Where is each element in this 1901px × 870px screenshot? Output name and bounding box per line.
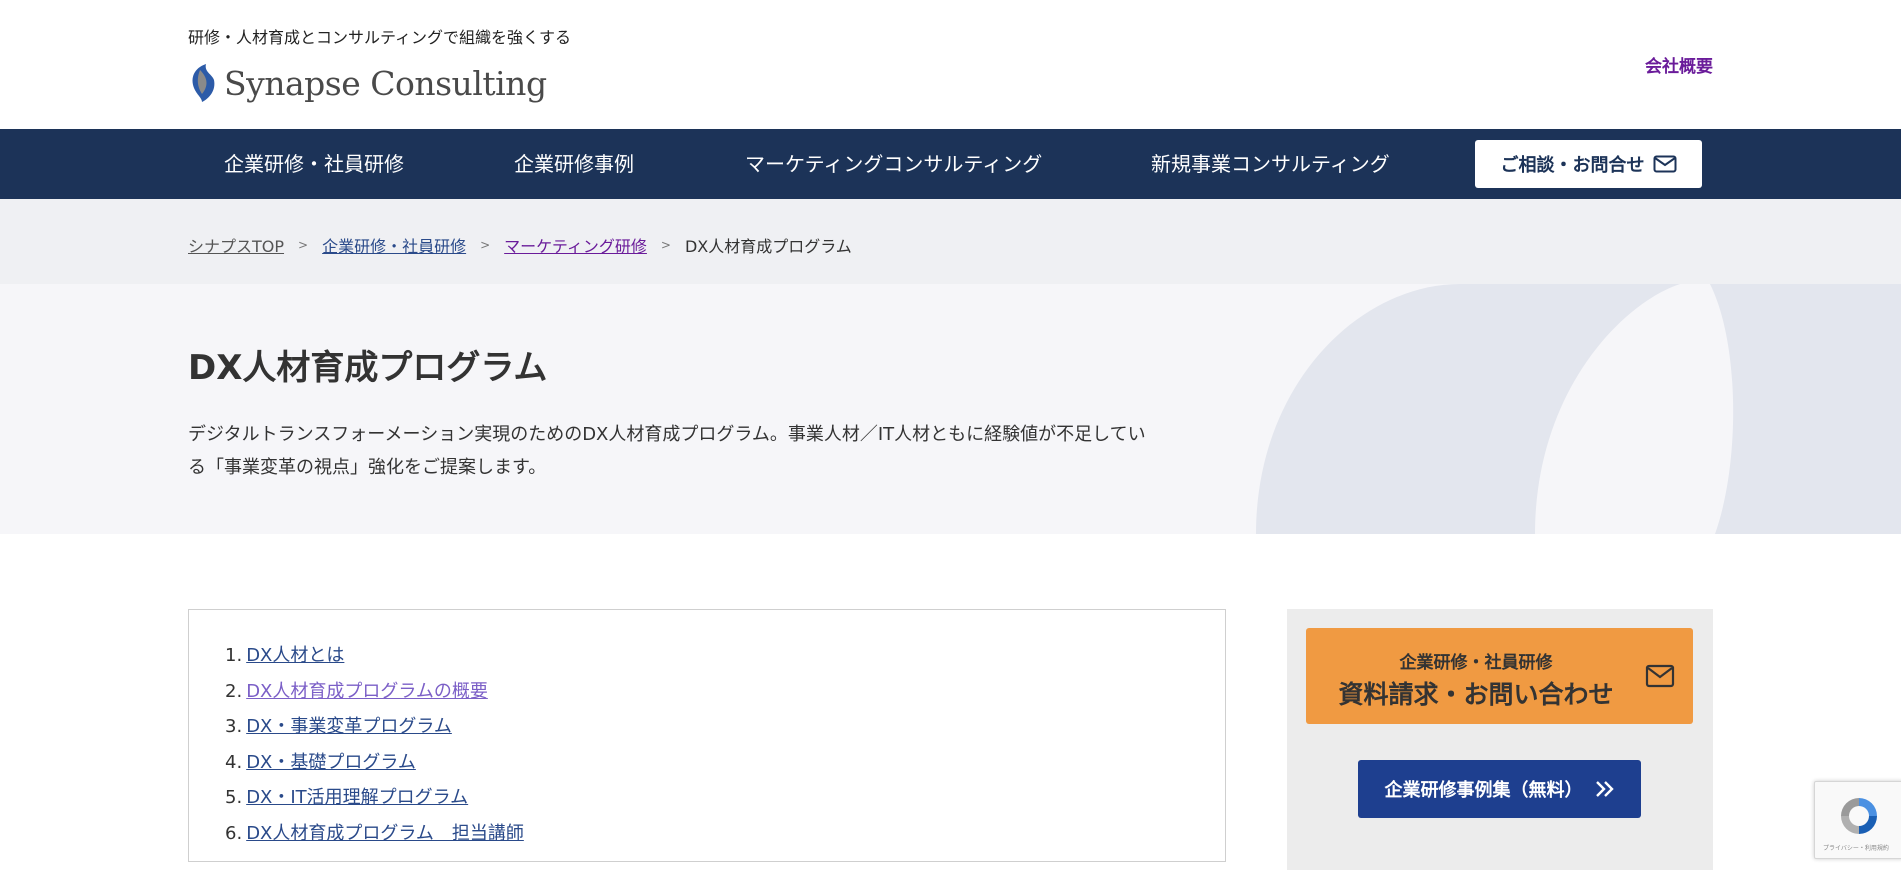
toc-number: 5. xyxy=(225,787,243,809)
breadcrumb-link-marketing-training[interactable]: マーケティング研修 xyxy=(504,233,647,257)
toc-item: 4. DX・基礎プログラム xyxy=(225,745,524,781)
toc-item: 1. DX人材とは xyxy=(225,638,524,674)
site-header: 研修・人材育成とコンサルティングで組織を強くする Synapse Consult… xyxy=(0,0,1901,129)
toc-link-it-program[interactable]: DX・IT活用理解プログラム xyxy=(246,787,468,808)
case-studies-label: 企業研修事例集（無料） xyxy=(1384,780,1583,801)
case-studies-button[interactable]: 企業研修事例集（無料） xyxy=(1358,760,1641,818)
nav-item-new-business-consulting[interactable]: 新規事業コンサルティング xyxy=(1151,129,1390,199)
page-description: デジタルトランスフォーメーション実現のためのDX人材育成プログラム。事業人材／I… xyxy=(188,424,1146,478)
breadcrumb-separator: > xyxy=(298,238,309,252)
breadcrumb-link-top[interactable]: シナプスTOP xyxy=(188,233,284,257)
toc-number: 3. xyxy=(225,716,243,738)
nav-item-training-cases[interactable]: 企業研修事例 xyxy=(514,129,634,199)
toc-number: 4. xyxy=(225,751,243,773)
toc-link-basic-program[interactable]: DX・基礎プログラム xyxy=(246,752,416,773)
nav-item-marketing-consulting[interactable]: マーケティングコンサルティング xyxy=(745,129,1042,199)
page-title: DX人材育成プログラム xyxy=(188,348,548,388)
hero-decoration xyxy=(1256,284,1901,534)
toc-number: 2. xyxy=(225,680,243,702)
contact-button-label: ご相談・お問合せ xyxy=(1500,155,1645,176)
site-logo[interactable]: Synapse Consulting xyxy=(188,62,547,104)
toc-link-program-overview[interactable]: DX人材育成プログラムの概要 xyxy=(246,681,488,702)
toc-item: 2. DX人材育成プログラムの概要 xyxy=(225,674,524,710)
toc-number: 6. xyxy=(225,822,243,844)
breadcrumb-link-corporate-training[interactable]: 企業研修・社員研修 xyxy=(322,233,466,257)
toc-link-business-transformation[interactable]: DX・事業変革プログラム xyxy=(246,716,452,737)
breadcrumb-separator: > xyxy=(480,238,491,252)
request-button-title: 資料請求・お問い合わせ xyxy=(1338,680,1614,709)
breadcrumb-separator: > xyxy=(660,238,671,252)
contact-button[interactable]: ご相談・お問合せ xyxy=(1475,140,1702,188)
toc-link-what-is-dx[interactable]: DX人材とは xyxy=(246,645,344,666)
breadcrumb-current: DX人材育成プログラム xyxy=(684,237,852,256)
toc-link-instructors[interactable]: DX人材育成プログラム 担当講師 xyxy=(246,823,524,844)
toc-item: 5. DX・IT活用理解プログラム xyxy=(225,780,524,816)
nav-item-corporate-training[interactable]: 企業研修・社員研修 xyxy=(224,129,404,199)
mail-icon xyxy=(1653,155,1676,173)
toc-item: 3. DX・事業変革プログラム xyxy=(225,709,524,745)
recaptcha-label: プライバシー・利用規約 xyxy=(1823,845,1889,852)
table-of-contents: 1. DX人材とは 2. DX人材育成プログラムの概要 3. DX・事業変革プログラム… xyxy=(188,609,1226,862)
site-tagline: 研修・人材育成とコンサルティングで組織を強くする xyxy=(188,28,572,47)
company-overview-link[interactable]: 会社概要 xyxy=(1645,52,1713,77)
sidebar: 企業研修・社員研修 資料請求・お問い合わせ 企業研修事例集（無料） xyxy=(1287,609,1713,870)
toc-item: 6. DX人材育成プログラム 担当講師 xyxy=(225,816,524,852)
main-nav: 企業研修・社員研修 企業研修事例 マーケティングコンサルティング 新規事業コンサ… xyxy=(0,129,1901,199)
synapse-logo-icon xyxy=(192,64,215,102)
breadcrumb: シナプスTOP > 企業研修・社員研修 > マーケティング研修 > DX人材育成… xyxy=(0,199,1901,284)
logo-text: Synapse Consulting xyxy=(224,63,547,103)
double-chevron-right-icon xyxy=(1595,781,1614,797)
recaptcha-badge[interactable]: プライバシー・利用規約 xyxy=(1814,781,1901,859)
toc-number: 1. xyxy=(225,645,243,666)
request-button-subtitle: 企業研修・社員研修 xyxy=(1399,653,1553,673)
page-hero: DX人材育成プログラム デジタルトランスフォーメーション実現のためのDX人材育成… xyxy=(0,284,1901,534)
request-materials-button[interactable]: 企業研修・社員研修 資料請求・お問い合わせ xyxy=(1306,628,1693,724)
recaptcha-icon xyxy=(1841,798,1877,834)
mail-icon xyxy=(1645,664,1675,688)
